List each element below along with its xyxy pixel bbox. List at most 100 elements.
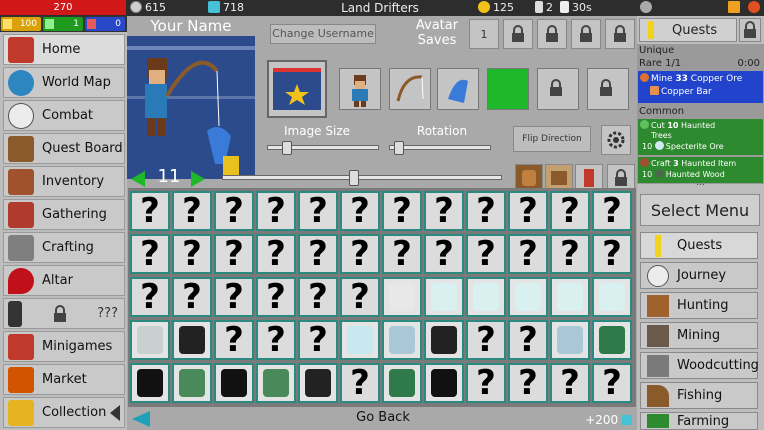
nav-gathering[interactable]: Gathering [3, 199, 125, 230]
unknown-slot[interactable]: ? [256, 234, 296, 274]
nav-collection[interactable]: Collection [3, 397, 125, 428]
go-back-button[interactable]: Go Back [308, 410, 458, 425]
unknown-slot[interactable]: ? [340, 277, 380, 317]
unknown-slot[interactable]: ? [256, 320, 296, 360]
unknown-slot[interactable]: ? [550, 234, 590, 274]
unknown-slot[interactable]: ? [340, 234, 380, 274]
menu-fishing[interactable]: Fishing [640, 382, 758, 409]
cosmetic-slot[interactable] [550, 320, 590, 360]
unknown-slot[interactable]: ? [214, 234, 254, 274]
unknown-slot[interactable]: ? [172, 191, 212, 231]
nav-altar[interactable]: Altar [3, 265, 125, 296]
unknown-slot[interactable]: ? [382, 191, 422, 231]
rotation-slider[interactable] [389, 145, 491, 150]
cosmetic-slot[interactable] [340, 320, 380, 360]
tool-slot[interactable] [389, 68, 431, 110]
menu-journey[interactable]: Journey [640, 262, 758, 289]
menu-hunting[interactable]: Hunting [640, 292, 758, 319]
unknown-slot[interactable]: ? [592, 234, 632, 274]
unknown-slot[interactable]: ? [298, 320, 338, 360]
pet-slot[interactable] [437, 68, 479, 110]
unknown-slot[interactable]: ? [256, 191, 296, 231]
unknown-slot[interactable]: ? [298, 234, 338, 274]
collapse-arrow-icon[interactable] [110, 404, 120, 421]
nav-world-map[interactable]: World Map [3, 67, 125, 98]
unknown-slot[interactable]: ? [214, 191, 254, 231]
nav-home[interactable]: Home [3, 34, 125, 65]
avatar-settings-button[interactable] [601, 125, 631, 155]
locked-slot[interactable] [537, 68, 579, 110]
unknown-slot[interactable]: ? [340, 191, 380, 231]
unknown-slot[interactable]: ? [130, 277, 170, 317]
menu-quests[interactable]: Quests [640, 232, 758, 259]
unknown-slot[interactable]: ? [550, 363, 590, 403]
cosmetic-slot[interactable] [592, 277, 632, 317]
image-size-handle[interactable] [282, 141, 293, 155]
sound-toggle[interactable] [728, 0, 743, 16]
cosmetic-slot[interactable] [550, 277, 590, 317]
cosmetic-slot[interactable] [424, 363, 464, 403]
unknown-slot[interactable]: ? [214, 320, 254, 360]
unknown-slot[interactable]: ? [424, 191, 464, 231]
unknown-slot[interactable]: ? [466, 363, 506, 403]
nav-market[interactable]: Market [3, 364, 125, 395]
color-slot[interactable] [487, 68, 529, 110]
save-slot-1[interactable]: 1 [469, 19, 499, 49]
cosmetic-slot[interactable] [130, 320, 170, 360]
exit-button[interactable] [748, 0, 763, 16]
menu-farming[interactable]: Farming [640, 412, 758, 430]
speaker-icon[interactable] [728, 1, 740, 13]
unknown-slot[interactable]: ? [592, 191, 632, 231]
background-slot[interactable] [267, 60, 327, 118]
unknown-slot[interactable]: ? [130, 234, 170, 274]
quest-lock-button[interactable] [739, 18, 761, 42]
unknown-slot[interactable]: ? [130, 191, 170, 231]
page-prev-arrow-icon[interactable] [131, 171, 145, 187]
quests-header[interactable]: Quests [639, 18, 737, 42]
cosmetic-slot[interactable] [382, 277, 422, 317]
unknown-slot[interactable]: ? [508, 191, 548, 231]
page-slider-handle[interactable] [348, 170, 359, 186]
page-next-arrow-icon[interactable] [191, 171, 205, 187]
unknown-slot[interactable]: ? [298, 191, 338, 231]
common-quest-item[interactable]: Cut 10 Haunted Trees 10 Specterite Ore [638, 119, 763, 155]
cosmetic-slot[interactable] [508, 277, 548, 317]
unknown-slot[interactable]: ? [592, 363, 632, 403]
unknown-slot[interactable]: ? [508, 320, 548, 360]
nav-quest-board[interactable]: Quest Board [3, 133, 125, 164]
unknown-slot[interactable]: ? [508, 363, 548, 403]
change-username-button[interactable]: Change Username [270, 24, 376, 44]
unknown-slot[interactable]: ? [172, 277, 212, 317]
cosmetic-slot[interactable] [298, 363, 338, 403]
cosmetic-slot[interactable] [592, 320, 632, 360]
unknown-slot[interactable]: ? [340, 363, 380, 403]
unknown-slot[interactable]: ? [550, 191, 590, 231]
power-icon[interactable] [748, 1, 760, 13]
cosmetic-slot[interactable] [172, 320, 212, 360]
cosmetic-slot[interactable] [256, 363, 296, 403]
unknown-slot[interactable]: ? [466, 320, 506, 360]
nav-crafting[interactable]: Crafting [3, 232, 125, 263]
unknown-slot[interactable]: ? [466, 234, 506, 274]
save-slot-locked[interactable] [503, 19, 533, 49]
rare-quest-item[interactable]: Mine 33 Copper Ore Copper Bar [638, 71, 763, 103]
unknown-slot[interactable]: ? [466, 191, 506, 231]
cosmetic-slot[interactable] [382, 320, 422, 360]
menu-mining[interactable]: Mining [640, 322, 758, 349]
unknown-slot[interactable]: ? [382, 234, 422, 274]
unknown-slot[interactable]: ? [298, 277, 338, 317]
unknown-slot[interactable]: ? [424, 234, 464, 274]
unknown-slot[interactable]: ? [214, 277, 254, 317]
back-arrow-icon[interactable] [132, 411, 150, 427]
rotation-handle[interactable] [393, 141, 404, 155]
nav-minigames[interactable]: Minigames [3, 331, 125, 362]
save-slot-locked[interactable] [571, 19, 601, 49]
cosmetic-slot[interactable] [130, 363, 170, 403]
save-slot-locked[interactable] [605, 19, 635, 49]
cosmetic-slot[interactable] [424, 277, 464, 317]
save-slot-locked[interactable] [537, 19, 567, 49]
cosmetic-slot[interactable] [424, 320, 464, 360]
gear-icon[interactable] [640, 1, 652, 13]
cosmetic-slot[interactable] [172, 363, 212, 403]
unknown-slot[interactable]: ? [172, 234, 212, 274]
